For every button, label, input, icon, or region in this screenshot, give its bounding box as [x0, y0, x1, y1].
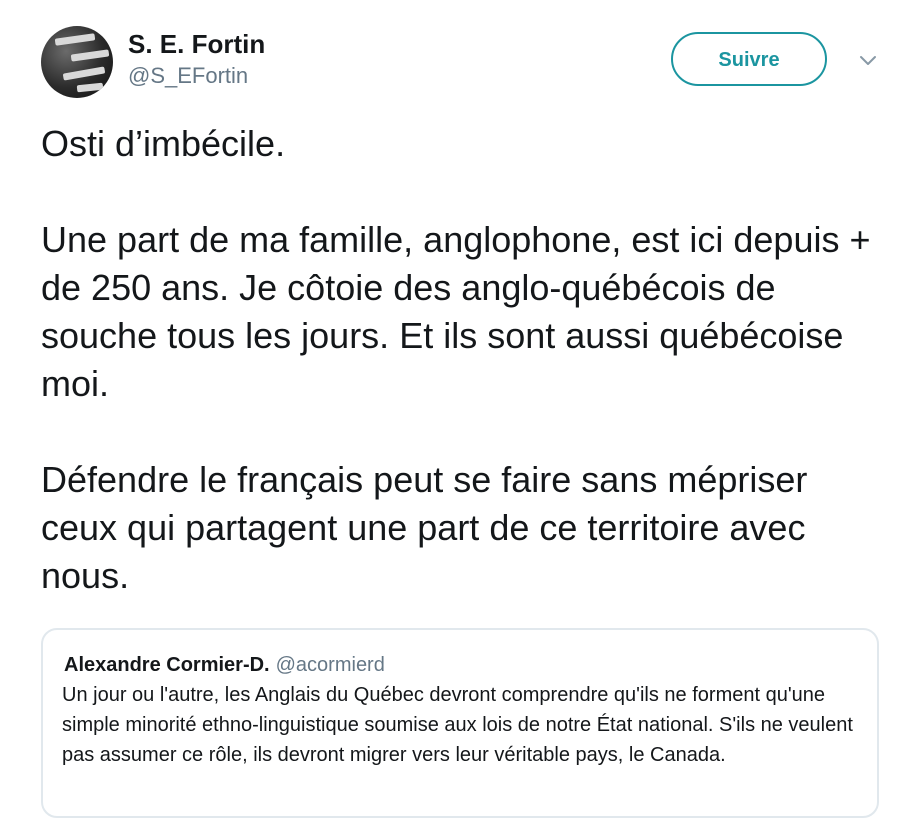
- tweet-text: Osti d’imbécile. Une part de ma famille,…: [41, 120, 881, 600]
- avatar-detail: [76, 82, 104, 93]
- quoted-tweet-text: Un jour ou l'autre, les Anglais du Québe…: [62, 684, 853, 766]
- avatar-detail: [54, 33, 96, 46]
- tweet-paragraph: Osti d’imbécile.: [41, 123, 286, 164]
- follow-button[interactable]: Suivre: [671, 32, 827, 86]
- tweet-paragraph: Une part de ma famille, anglophone, est …: [41, 219, 871, 404]
- author-handle[interactable]: @S_EFortin: [128, 62, 248, 90]
- quoted-tweet-header: Alexandre Cormier-D. @acormierd: [64, 652, 385, 678]
- avatar-detail: [62, 66, 106, 81]
- quoted-author-name: Alexandre Cormier-D.: [64, 654, 270, 676]
- avatar-detail: [70, 49, 110, 62]
- tweet-card: S. E. Fortin @S_EFortin Suivre Osti d’im…: [0, 0, 918, 828]
- quoted-tweet-card[interactable]: Alexandre Cormier-D. @acormierd Un jour o…: [41, 628, 879, 818]
- author-display-name[interactable]: S. E. Fortin: [128, 28, 265, 60]
- quoted-author-handle: @acormierd: [275, 654, 385, 676]
- tweet-paragraph: Défendre le français peut se faire sans …: [41, 459, 808, 596]
- chevron-down-icon[interactable]: [856, 52, 880, 70]
- author-avatar[interactable]: [41, 26, 113, 98]
